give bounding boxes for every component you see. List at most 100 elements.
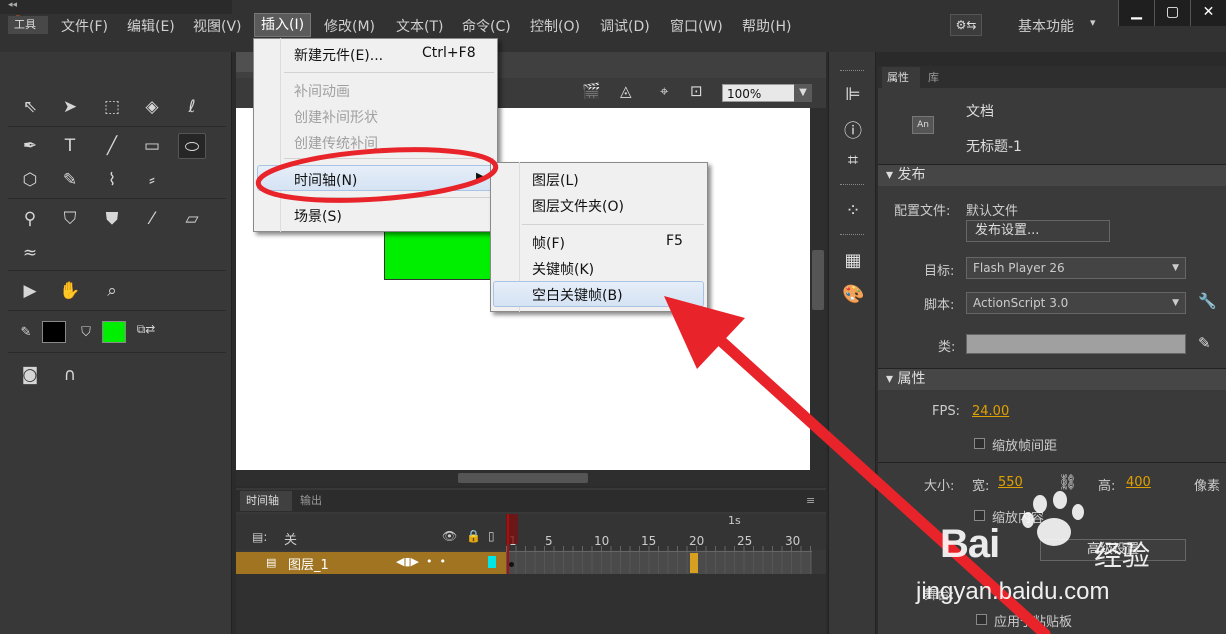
grip-handle[interactable] [840, 70, 864, 73]
menu-help[interactable]: 帮助(H) [742, 16, 791, 36]
bone-tool-icon[interactable]: ⚲ [16, 206, 44, 232]
pen-tool-icon[interactable]: ✒ [16, 133, 44, 159]
symbol-icon[interactable]: ◬ [620, 82, 632, 100]
layer-row[interactable] [236, 552, 506, 574]
oval-tool-icon[interactable]: ⬭ [178, 133, 206, 159]
3d-rotation-tool-icon[interactable]: ◈ [138, 94, 166, 120]
link-icon[interactable]: ⛓ [1058, 473, 1077, 491]
panel-menu-icon[interactable]: ≡ [212, 18, 221, 31]
menu-commands[interactable]: 命令(C) [462, 16, 511, 36]
menu-window[interactable]: 窗口(W) [670, 16, 723, 36]
paint-bucket-tool-icon[interactable]: ⛉ [56, 206, 84, 232]
target-select[interactable]: Flash Player 26 ▼ [966, 257, 1186, 279]
pencil-tool-icon[interactable]: ✎ [56, 167, 84, 193]
green-rectangle-shape[interactable] [384, 230, 494, 280]
menu-item-keyframe[interactable]: 关键帧(K) [532, 259, 594, 279]
scale-content-checkbox[interactable] [974, 510, 985, 521]
lock-icon[interactable]: 🔒 [466, 529, 481, 543]
workspace-switcher[interactable]: 基本功能 [1018, 16, 1074, 36]
scrollbar-thumb[interactable] [458, 473, 588, 483]
color-palette-icon[interactable]: 🎨 [842, 284, 864, 305]
close-button[interactable]: ✕ [1190, 0, 1226, 26]
layer-outline-color[interactable] [488, 556, 496, 568]
stroke-color-swatch[interactable] [42, 321, 66, 343]
swatches-icon[interactable]: ▦ [842, 250, 864, 271]
lasso-tool-icon[interactable]: ℓ [178, 94, 206, 120]
script-select[interactable]: ActionScript 3.0 ▼ [966, 292, 1186, 314]
height-value[interactable]: 400 [1126, 475, 1151, 490]
chevron-down-icon[interactable]: ▾ [1090, 16, 1096, 29]
outline-icon[interactable]: ▯ [488, 529, 495, 543]
scrollbar-thumb[interactable] [812, 250, 824, 310]
class-input[interactable] [966, 334, 1186, 354]
zoom-tool-icon[interactable]: ⌕ [98, 278, 126, 304]
brush-tool-icon[interactable]: ⸗ [138, 167, 166, 193]
apply-paste-checkbox[interactable] [976, 614, 987, 625]
center-stage-icon[interactable]: ⌖ [660, 82, 668, 100]
menu-item-layer[interactable]: 图层(L) [532, 170, 579, 190]
grip-handle[interactable] [840, 234, 864, 237]
tools-tab[interactable]: 工具 [8, 16, 48, 34]
menu-item-layer-folder[interactable]: 图层文件夹(O) [532, 196, 624, 216]
menu-control[interactable]: 控制(O) [530, 16, 580, 36]
menu-text[interactable]: 文本(T) [396, 16, 443, 36]
selection-tool-icon[interactable]: ➤ [56, 94, 84, 120]
paint-brush-tool-icon[interactable]: ⌇ [98, 167, 126, 193]
frame-cells[interactable] [506, 552, 812, 574]
maximize-button[interactable]: ▢ [1154, 0, 1190, 26]
info-icon[interactable]: ⓘ [842, 117, 864, 143]
wrench-icon[interactable]: 🔧 [1198, 292, 1217, 310]
tab-output[interactable]: 输出 [300, 491, 322, 511]
polystar-tool-icon[interactable]: ⬡ [16, 167, 44, 193]
collapse-panel-icon[interactable]: ◂◂ [0, 0, 232, 14]
scale-interval-checkbox[interactable] [974, 438, 985, 449]
publish-settings-button[interactable]: 发布设置... [966, 220, 1110, 242]
menu-edit[interactable]: 编辑(E) [127, 16, 175, 36]
eyedropper-tool-icon[interactable]: ⁄ [138, 206, 166, 232]
fill-color-swatch[interactable] [102, 321, 126, 343]
components-icon[interactable]: ⁘ [842, 200, 864, 221]
pencil-icon[interactable]: ✎ [1198, 334, 1211, 352]
subselection-tool-icon[interactable]: ⇖ [16, 94, 44, 120]
width-tool-icon[interactable]: ≈ [16, 240, 44, 266]
minimize-button[interactable]: ▁ [1118, 0, 1154, 26]
chevron-down-icon[interactable]: ▼ [794, 84, 812, 102]
eye-icon[interactable]: 👁 [442, 529, 457, 543]
eraser-tool-icon[interactable]: ▱ [178, 206, 206, 232]
menu-item-frame[interactable]: 帧(F) [532, 233, 565, 253]
rectangle-tool-icon[interactable]: ▭ [138, 133, 166, 159]
menu-item-blank-keyframe[interactable]: 空白关键帧(B) [532, 285, 623, 305]
menu-file[interactable]: 文件(F) [61, 16, 108, 36]
grip-handle[interactable] [840, 184, 864, 187]
line-tool-icon[interactable]: ╱ [98, 133, 126, 159]
clip-content-icon[interactable]: ⊡ [690, 82, 703, 100]
section-publish[interactable]: ▾ 发布 [878, 164, 1226, 186]
hand-tool-icon[interactable]: ✋ [56, 278, 84, 304]
width-value[interactable]: 550 [998, 475, 1023, 490]
tab-timeline[interactable]: 时间轴 [240, 491, 292, 511]
tab-library[interactable]: 库 [928, 67, 939, 88]
section-properties[interactable]: ▾ 属性 [878, 368, 1226, 390]
swap-colors-icon[interactable]: ⧉⇄ [132, 316, 160, 342]
clapper-icon[interactable]: 🎬 [582, 82, 601, 100]
menu-modify[interactable]: 修改(M) [324, 16, 375, 36]
transform-icon[interactable]: ⌗ [842, 150, 864, 171]
menu-item-scene[interactable]: 场景(S) [294, 206, 342, 226]
align-icon[interactable]: ⊫ [842, 84, 864, 105]
fps-value[interactable]: 24.00 [972, 404, 1009, 419]
menu-insert[interactable]: 插入(I) [254, 13, 312, 37]
text-tool-icon[interactable]: T [56, 133, 84, 159]
ink-bottle-tool-icon[interactable]: ⛊ [98, 206, 126, 232]
object-drawing-icon[interactable]: ◙ [16, 362, 44, 388]
layer-name[interactable]: 图层_1 [288, 554, 329, 573]
sync-settings-button[interactable]: ⚙⇆ [950, 14, 982, 36]
layer-controls[interactable]: ◀▮▶ • • [396, 555, 446, 568]
snap-magnet-icon[interactable]: ∩ [56, 362, 84, 388]
panel-menu-icon[interactable]: ≡ [806, 494, 815, 507]
free-transform-tool-icon[interactable]: ⬚ [98, 94, 126, 120]
tab-properties[interactable]: 属性 [882, 67, 920, 88]
frame-20-marker[interactable] [690, 553, 698, 573]
menu-item-new-symbol[interactable]: 新建元件(E)... [294, 45, 383, 65]
camera-tool-icon[interactable]: ▶ [16, 278, 44, 304]
menu-item-timeline[interactable]: 时间轴(N) [294, 170, 357, 190]
